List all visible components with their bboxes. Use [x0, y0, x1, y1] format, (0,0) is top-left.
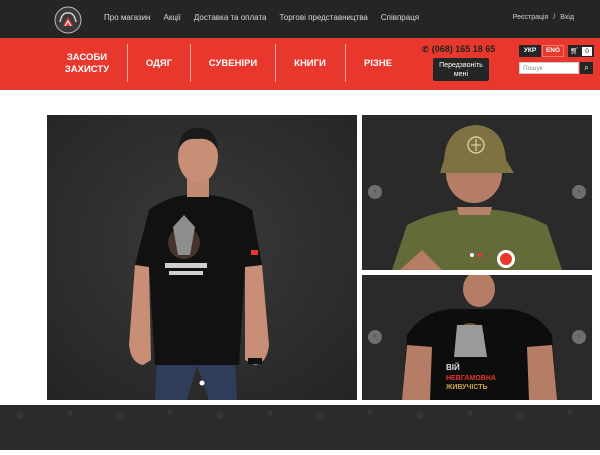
print-image: ВІЙ НЕВГАМОВНА ЖИВУЧІСТЬ — [362, 275, 592, 400]
cap-image — [362, 115, 592, 270]
login-link[interactable]: Вхід — [560, 14, 574, 21]
category-divider — [345, 44, 346, 82]
print-slide-prev-button[interactable]: ‹ — [368, 330, 382, 344]
cart-count: 0 — [582, 46, 592, 56]
print-slide-next-button[interactable]: › — [572, 330, 586, 344]
phone-icon: ✆ — [422, 45, 429, 54]
topnav-cooperation[interactable]: Співпраця — [381, 13, 419, 22]
top-bar: Про магазин Акції Доставка та оплата Тор… — [0, 0, 600, 38]
main-slide[interactable] — [47, 115, 357, 400]
register-link[interactable]: Реєстрація — [513, 14, 549, 21]
auth-links: Реєстрація / Вхід — [513, 14, 574, 21]
category-books[interactable]: КНИГИ — [278, 38, 342, 90]
cart-button[interactable]: 🛒︎ 0 — [568, 45, 594, 57]
phone-text: (068) 165 18 65 — [431, 44, 496, 54]
print-line-1: ВІЙ — [446, 363, 460, 372]
phone-number[interactable]: ✆ (068) 165 18 65 — [422, 44, 495, 54]
topnav-promotions[interactable]: Акції — [163, 13, 180, 22]
topnav-representatives[interactable]: Торгові представництва — [279, 13, 367, 22]
category-misc[interactable]: РІЗНЕ — [348, 38, 408, 90]
logo-icon[interactable] — [54, 6, 82, 34]
model-image — [47, 115, 357, 400]
category-clothing[interactable]: ОДЯГ — [130, 38, 188, 90]
category-divider — [190, 44, 191, 82]
category-bar: ЗАСОБИ ЗАХИСТУ ОДЯГ СУВЕНІРИ КНИГИ РІЗНЕ — [0, 38, 600, 90]
topnav-delivery[interactable]: Доставка та оплата — [194, 13, 267, 22]
category-divider — [275, 44, 276, 82]
cap-slide-next-button[interactable]: › — [572, 185, 586, 199]
footer-band — [0, 405, 600, 450]
footer-pattern-icon — [0, 405, 600, 450]
callback-button[interactable]: Передзвоніть мені — [433, 58, 489, 81]
print-line-3: ЖИВУЧІСТЬ — [445, 384, 488, 391]
print-slide[interactable]: ВІЙ НЕВГАМОВНА ЖИВУЧІСТЬ — [362, 275, 592, 400]
cap-slide-prev-button[interactable]: ‹ — [368, 185, 382, 199]
category-protection[interactable]: ЗАСОБИ ЗАХИСТУ — [52, 38, 122, 90]
cart-icon: 🛒︎ — [570, 48, 579, 55]
top-nav: Про магазин Акції Доставка та оплата Тор… — [104, 13, 419, 22]
search-icon[interactable]: ⌕ — [580, 62, 593, 74]
auth-divider: / — [553, 14, 556, 21]
category-divider — [127, 44, 128, 82]
lang-eng-button[interactable]: ENG — [542, 45, 564, 57]
lang-ukr-button[interactable]: УКР — [519, 45, 541, 57]
search-input[interactable] — [519, 62, 579, 74]
cap-slide[interactable] — [362, 115, 592, 270]
category-souvenirs[interactable]: СУВЕНІРИ — [193, 38, 273, 90]
topnav-about[interactable]: Про магазин — [104, 13, 150, 22]
print-line-2: НЕВГАМОВНА — [446, 375, 496, 382]
